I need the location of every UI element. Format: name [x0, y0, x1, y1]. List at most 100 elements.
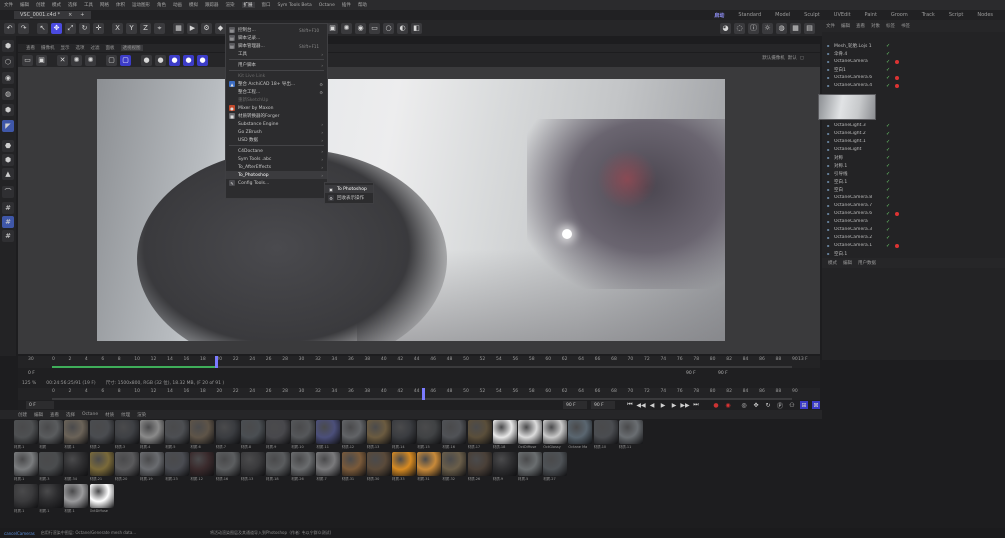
visibility-check-icon[interactable]: ✓ — [886, 171, 891, 177]
menu-item[interactable]: 重新SketchUp — [226, 96, 327, 104]
layout-tab[interactable]: Groom — [891, 12, 908, 19]
texture-mode-icon[interactable]: ⬢ — [2, 104, 14, 116]
material-menu-item[interactable]: 纹理 — [121, 412, 130, 418]
menu-item[interactable]: 文件 — [4, 2, 13, 8]
material-tile[interactable]: 材质.31 — [341, 452, 366, 483]
material-tile[interactable]: 材质.31 — [417, 452, 442, 483]
object-menu-item[interactable]: 编辑 — [841, 23, 850, 29]
motion-icon[interactable]: ⊞ — [800, 401, 808, 409]
material-tile[interactable]: 材质.1 — [14, 484, 38, 515]
sphere-icon[interactable]: ● — [141, 54, 152, 66]
keyframe-icon[interactable]: ◎ — [740, 401, 748, 409]
menu-item[interactable]: Go ZBrush › — [226, 128, 327, 136]
object-row[interactable]: ▸ 伞骨.4 ✓ — [826, 50, 996, 57]
undo-icon[interactable]: ↶ — [4, 22, 15, 34]
submenu-item[interactable]: ⚙ 回收表示操作 — [325, 194, 373, 202]
attribute-menu-item[interactable]: 模式 — [828, 260, 837, 266]
stop-icon[interactable]: ✕ — [57, 54, 68, 66]
layout-tab[interactable]: Model — [775, 12, 790, 19]
light-icon[interactable]: ✺ — [341, 22, 352, 34]
gear-icon[interactable]: ⚙ — [319, 90, 323, 95]
workplane-icon[interactable]: # — [2, 202, 14, 214]
visibility-check-icon[interactable]: ✓ — [886, 243, 891, 249]
material-tile[interactable]: 材质.12 — [341, 420, 366, 451]
object-menu-item[interactable]: 标签 — [886, 23, 895, 29]
timeline-secondary[interactable]: 0 2 4 6 8 10 12 14 16 18 20 22 24 26 28 30 32 34 36 38 40 42 4… — [18, 388, 820, 400]
end-frame-field[interactable]: 90 F — [591, 401, 615, 409]
rotate-tool-icon[interactable]: ↻ — [79, 22, 90, 34]
object-row[interactable]: ▸ OctaneCamera.7 ✓ — [826, 202, 996, 209]
close-icon[interactable]: × — [68, 12, 72, 18]
points-mode-icon[interactable]: ⬢ — [2, 40, 14, 52]
visibility-check-icon[interactable]: ✓ — [886, 219, 891, 225]
polygons-mode-icon[interactable]: ◉ — [2, 72, 14, 84]
visibility-check-icon[interactable]: ✓ — [886, 179, 891, 185]
visibility-check-icon[interactable]: ✓ — [886, 75, 891, 81]
material-menu-item[interactable]: 渲染 — [137, 412, 146, 418]
menu-item[interactable]: USD 数据 › — [226, 136, 327, 144]
globe-icon[interactable]: ◍ — [776, 22, 787, 34]
object-row[interactable]: ▸ 空白 ✓ — [826, 186, 996, 193]
material-tile[interactable]: 材质.5 — [518, 452, 542, 483]
visibility-check-icon[interactable]: ✓ — [886, 67, 891, 73]
visibility-check-icon[interactable]: ✓ — [886, 123, 891, 129]
layout-tab[interactable]: Sculpt — [804, 12, 820, 19]
end-field[interactable]: 90 F — [718, 371, 728, 376]
viewport-menu-item[interactable]: 显示 — [61, 45, 70, 51]
object-row[interactable]: ▸ OctaneCamera.8 ✓ — [826, 194, 996, 201]
material-tile[interactable]: 材质.27 — [543, 452, 568, 483]
material-tile[interactable]: 材质.20 — [114, 452, 139, 483]
material-tile[interactable]: 材质.13 — [366, 420, 391, 451]
menu-item[interactable]: Sym Tools Beta — [278, 3, 312, 8]
timeline-secondary-playhead[interactable] — [422, 388, 425, 400]
region-icon[interactable]: ▢ — [106, 54, 117, 66]
viewport-menu-item[interactable]: 摄像机 — [41, 45, 55, 51]
menu-item[interactable]: To_AfterEffects › — [226, 163, 327, 171]
material-tile[interactable]: 材质.8 — [240, 420, 265, 451]
gear-icon[interactable]: ⚙ — [319, 82, 323, 87]
object-row[interactable]: ▸ OctaneLight.3 ✓ — [826, 122, 996, 129]
material-tile[interactable]: 材质.33 — [392, 452, 416, 483]
menu-item[interactable]: 网格 — [100, 2, 109, 8]
fps-field[interactable]: 90 F — [686, 371, 696, 376]
octane-settings-icon[interactable]: ◧ — [411, 22, 422, 34]
octane-tag-icon[interactable] — [895, 243, 899, 248]
layout-tab[interactable]: Track — [922, 12, 935, 19]
material-tile[interactable]: 材质.7 — [215, 420, 240, 451]
sculpt-icon[interactable]: ◌ — [734, 22, 745, 34]
zoom-level[interactable]: 125 % — [22, 381, 36, 386]
menu-item[interactable]: 整合工程... ⚙ — [226, 88, 327, 96]
menu-item[interactable]: 工具 — [84, 2, 93, 8]
object-row[interactable]: ▸ OctaneLight.2 ✓ — [826, 130, 996, 137]
object-menu-item[interactable]: 查看 — [856, 23, 865, 29]
material-tile[interactable]: 材质.2 — [89, 420, 114, 451]
material-tile[interactable]: 材质.16 — [215, 452, 240, 483]
visibility-check-icon[interactable]: ✓ — [886, 227, 891, 233]
menu-item[interactable]: ● Mixer by Maxon — [226, 104, 327, 112]
material-tile[interactable]: 材质.32 — [442, 452, 467, 483]
viewport-menu-item[interactable]: 选项 — [76, 45, 85, 51]
right-label[interactable]: 默认 — [788, 55, 797, 61]
menu-item[interactable]: 运动图形 — [132, 2, 150, 8]
material-tile[interactable]: 材质.10 — [593, 420, 618, 451]
keyframe-rot-icon[interactable]: Ⓟ — [776, 401, 784, 410]
palette-icon[interactable]: ◕ — [720, 22, 731, 34]
menu-item[interactable]: 角色 — [157, 2, 166, 8]
enable-axis-icon[interactable]: ⬢ — [2, 154, 14, 166]
material-tile[interactable]: 材质.5 — [165, 420, 190, 451]
octane-tag-icon[interactable] — [895, 59, 899, 64]
material-menu-item[interactable]: 创建 — [18, 412, 27, 418]
render-view-icon[interactable]: ▦ — [173, 22, 184, 34]
octane-live-icon[interactable]: ▣ — [327, 22, 338, 34]
octane-tag-icon[interactable] — [895, 211, 899, 216]
sphere5-icon[interactable]: ● — [197, 54, 208, 66]
visibility-check-icon[interactable]: ✓ — [886, 59, 891, 65]
object-row[interactable]: ▸ 对称.1 ✓ — [826, 162, 996, 169]
uv-mode-icon[interactable]: ◍ — [2, 88, 14, 100]
layout-tab[interactable]: Standard — [738, 12, 761, 19]
visibility-check-icon[interactable]: ✓ — [886, 187, 891, 193]
move-tool-icon[interactable]: ✥ — [51, 22, 62, 34]
menu-item[interactable]: 模拟 — [189, 2, 198, 8]
visibility-check-icon[interactable]: ✓ — [886, 139, 891, 145]
object-row[interactable]: ▸ OctaneCamera.1 ✓ — [826, 242, 996, 249]
